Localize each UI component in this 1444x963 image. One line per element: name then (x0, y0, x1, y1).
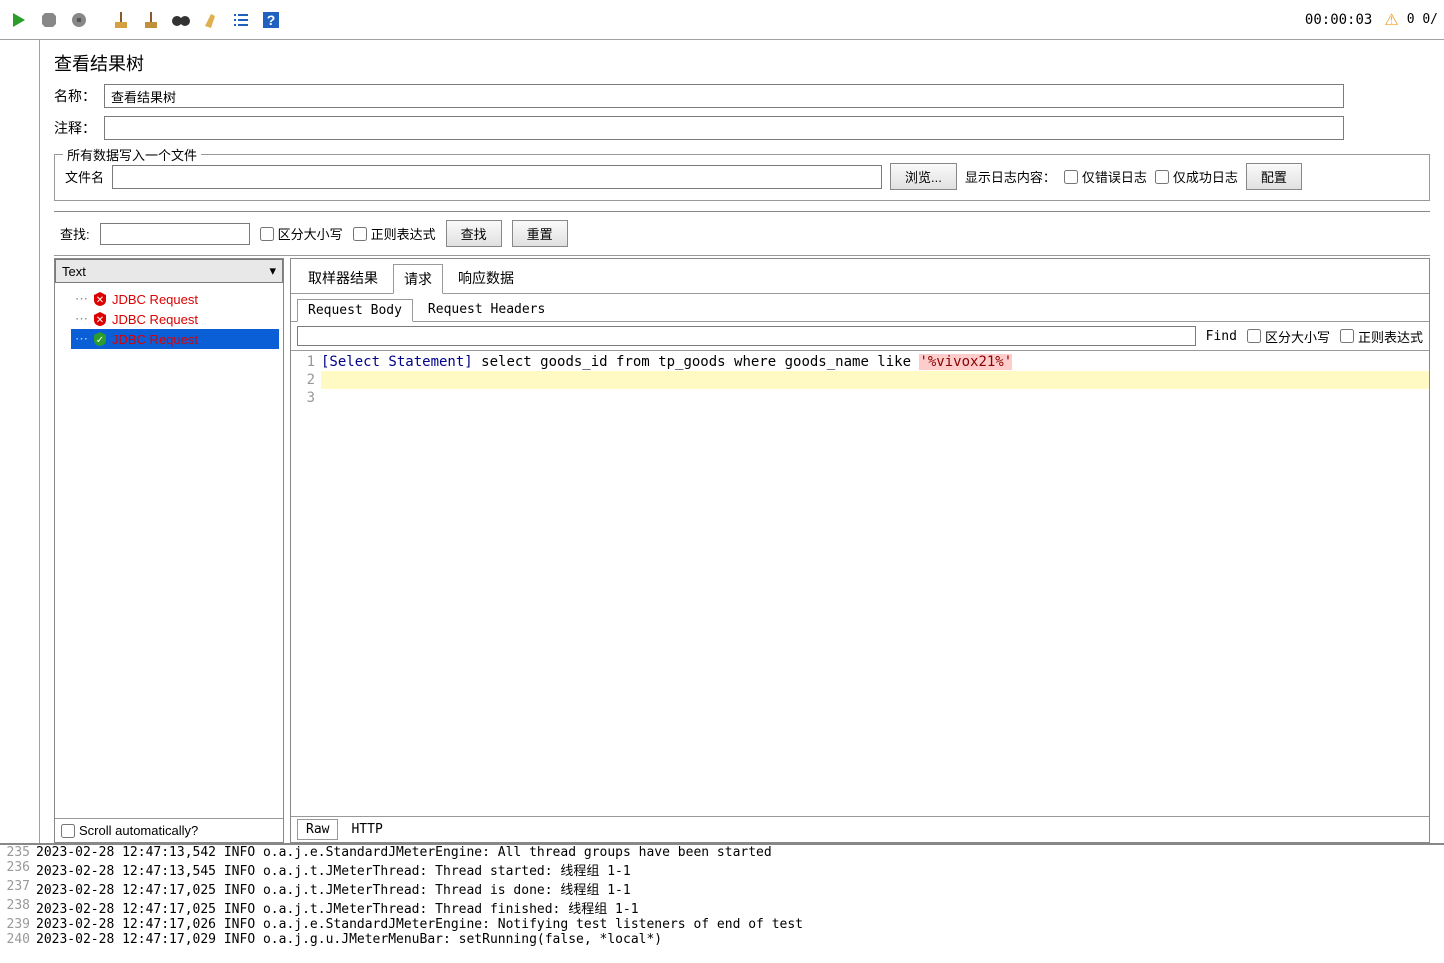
results-tree[interactable]: ⋯ ✕ JDBC Request ⋯ ✕ JDBC Request ⋯ ✓ JD… (55, 283, 283, 818)
search-input[interactable] (100, 223, 250, 245)
minus-icon: ⋯ (75, 311, 88, 327)
log-line: 2372023-02-28 12:47:17,025 INFO o.a.j.t.… (0, 879, 1444, 898)
tab-raw[interactable]: Raw (297, 819, 338, 840)
tab-request[interactable]: 请求 (393, 264, 443, 294)
name-label: 名称： (54, 86, 104, 106)
tab-http[interactable]: HTTP (342, 819, 391, 840)
search-bar: 查找: 区分大小写 正则表达式 查找 重置 (54, 212, 1430, 256)
view-mode-tabs: Raw HTTP (291, 816, 1429, 842)
reset-button[interactable]: 重置 (512, 220, 568, 247)
search-label: 查找: (60, 224, 90, 243)
main-toolbar: ? 00:00:03 ⚠ 0 0/ (0, 0, 1444, 40)
browse-button[interactable]: 浏览... (890, 163, 957, 190)
svg-text:?: ? (267, 12, 276, 28)
only-success-checkbox[interactable]: 仅成功日志 (1155, 167, 1238, 186)
filename-input[interactable] (112, 165, 882, 189)
filename-label: 文件名 (65, 167, 104, 186)
comment-input[interactable] (104, 116, 1344, 140)
log-line: 2402023-02-28 12:47:17,029 INFO o.a.j.g.… (0, 932, 1444, 947)
log-line: 2382023-02-28 12:47:17,025 INFO o.a.j.t.… (0, 898, 1444, 917)
log-line: 2392023-02-28 12:47:17,026 INFO o.a.j.e.… (0, 917, 1444, 932)
log-panel[interactable]: 2352023-02-28 12:47:13,542 INFO o.a.j.e.… (0, 843, 1444, 963)
panel-title: 查看结果树 (54, 50, 1430, 76)
svg-text:✕: ✕ (96, 295, 104, 306)
find-label: Find (1206, 329, 1237, 344)
warning-icon[interactable]: ⚠ (1384, 10, 1398, 30)
shutdown-icon[interactable] (66, 7, 92, 33)
left-gutter (0, 40, 40, 843)
svg-text:✓: ✓ (96, 335, 104, 346)
search-button[interactable]: 查找 (446, 220, 502, 247)
regex-checkbox[interactable]: 正则表达式 (353, 224, 436, 243)
subtab-headers[interactable]: Request Headers (417, 298, 556, 321)
configure-button[interactable]: 配置 (1246, 163, 1302, 190)
case-checkbox[interactable]: 区分大小写 (260, 224, 343, 243)
chevron-down-icon: ▾ (269, 263, 276, 279)
name-input[interactable] (104, 84, 1344, 108)
show-log-label: 显示日志内容： (965, 167, 1056, 186)
thread-count: 0 0/ (1407, 12, 1438, 27)
tab-response[interactable]: 响应数据 (447, 263, 525, 293)
broom1-icon[interactable] (108, 7, 134, 33)
find-regex-checkbox[interactable]: 正则表达式 (1340, 327, 1423, 346)
minus-icon: ⋯ (75, 291, 88, 307)
binoculars-icon[interactable] (168, 7, 194, 33)
run-icon[interactable] (6, 7, 32, 33)
error-shield-icon: ✕ (92, 291, 108, 307)
broom2-icon[interactable] (138, 7, 164, 33)
comment-label: 注释： (54, 118, 104, 138)
detail-tabs: 取样器结果 请求 响应数据 (291, 259, 1429, 294)
request-subtabs: Request Body Request Headers (291, 294, 1429, 322)
tree-panel: Text▾ ⋯ ✕ JDBC Request ⋯ ✕ JDBC Request … (54, 258, 284, 843)
file-fieldset: 所有数据写入一个文件 文件名 浏览... 显示日志内容： 仅错误日志 仅成功日志… (54, 154, 1430, 201)
code-area[interactable]: 123 [Select Statement] select goods_id f… (291, 351, 1429, 816)
help-icon[interactable]: ? (258, 7, 284, 33)
stop-icon[interactable] (36, 7, 62, 33)
elapsed-timer: 00:00:03 (1305, 12, 1372, 28)
find-input[interactable] (297, 326, 1196, 346)
scroll-auto-checkbox[interactable]: Scroll automatically? (55, 818, 283, 842)
fieldset-legend: 所有数据写入一个文件 (63, 145, 201, 164)
line-gutter: 123 (291, 351, 321, 816)
tree-item[interactable]: ⋯ ✓ JDBC Request (71, 329, 279, 349)
error-shield-icon: ✕ (92, 311, 108, 327)
log-line: 2362023-02-28 12:47:13,545 INFO o.a.j.t.… (0, 860, 1444, 879)
ok-shield-icon: ✓ (92, 331, 108, 347)
broom3-icon[interactable] (198, 7, 224, 33)
subtab-body[interactable]: Request Body (297, 299, 413, 322)
find-case-checkbox[interactable]: 区分大小写 (1247, 327, 1330, 346)
renderer-combo[interactable]: Text▾ (55, 259, 283, 283)
minus-icon: ⋯ (75, 331, 88, 347)
tree-item[interactable]: ⋯ ✕ JDBC Request (71, 309, 279, 329)
svg-text:✕: ✕ (96, 315, 104, 326)
detail-panel: 取样器结果 请求 响应数据 Request Body Request Heade… (290, 258, 1430, 843)
log-line: 2352023-02-28 12:47:13,542 INFO o.a.j.e.… (0, 845, 1444, 860)
tab-sampler-result[interactable]: 取样器结果 (297, 263, 389, 293)
only-error-checkbox[interactable]: 仅错误日志 (1064, 167, 1147, 186)
tree-item[interactable]: ⋯ ✕ JDBC Request (71, 289, 279, 309)
find-bar: Find 区分大小写 正则表达式 (291, 322, 1429, 351)
list-icon[interactable] (228, 7, 254, 33)
